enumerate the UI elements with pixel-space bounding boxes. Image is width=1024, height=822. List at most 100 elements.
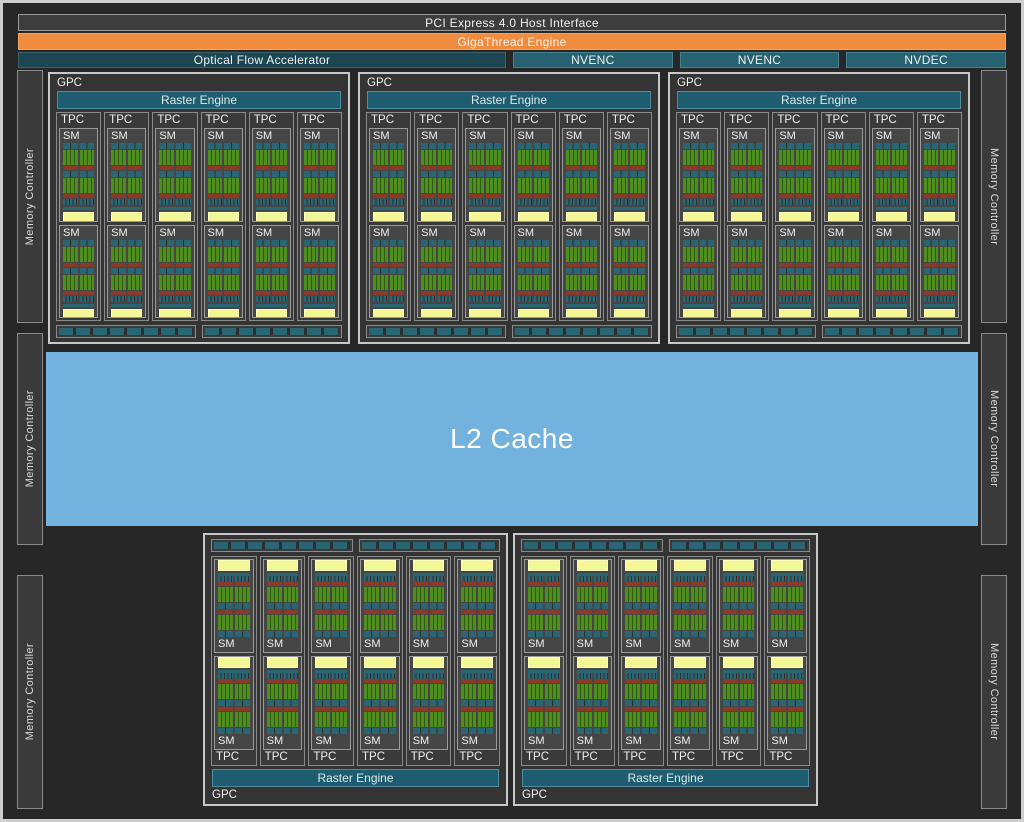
tensor-core-bar [283, 610, 299, 614]
sm-stack: SM SM [251, 128, 291, 318]
tensor-core-bar [429, 679, 445, 683]
warp-scheduler-bar [461, 603, 477, 609]
sm-core-column [255, 143, 271, 205]
tensor-core-bar [683, 194, 698, 198]
sm-label: SM [111, 226, 128, 239]
sm-stack: SM SM [561, 128, 601, 318]
cuda-core-grid [771, 587, 787, 602]
cuda-core-grid [255, 246, 271, 262]
warp-scheduler-bar [565, 171, 581, 177]
sm-label: SM [576, 638, 594, 650]
sm-block: SM [679, 224, 719, 318]
tensor-core-bar [731, 166, 746, 170]
cuda-core-grid [63, 150, 78, 165]
sm-label: SM [674, 638, 691, 650]
cuda-core-grid [630, 178, 646, 193]
cuda-core-grid [429, 684, 445, 699]
sm-block: SM [513, 224, 553, 318]
sm-core-columns [625, 673, 658, 735]
warp-scheduler-bar [79, 143, 95, 149]
register-file-block [461, 560, 494, 571]
sm-core-column [111, 239, 126, 302]
warp-scheduler-bar [534, 239, 549, 246]
warp-scheduler-bar [364, 603, 379, 609]
sm-stack: SM SM [513, 128, 553, 318]
tensor-core-bar [771, 610, 787, 614]
warp-scheduler-bar [528, 700, 543, 706]
register-file-block [674, 657, 706, 668]
cuda-core-grid [485, 150, 501, 165]
warp-scheduler-bar [412, 631, 428, 637]
tensor-core-bar [207, 166, 223, 170]
warp-scheduler-bar [565, 267, 581, 274]
cuda-core-grid [771, 712, 787, 727]
cuda-core-grid [303, 274, 319, 290]
cuda-core-grid [593, 615, 609, 630]
cuda-core-grid [582, 274, 597, 290]
warp-scheduler-bar [593, 603, 609, 609]
tensor-core-bar [642, 610, 658, 614]
tensor-core-bar [283, 582, 299, 586]
sm-label: SM [421, 130, 438, 142]
tpc-label: TPC [515, 114, 539, 126]
cuda-core-grid [788, 587, 804, 602]
warp-scheduler-bar [218, 631, 233, 637]
ldst-unit-row [303, 199, 319, 205]
sm-core-column [593, 673, 609, 735]
ldst-unit-row [613, 199, 629, 205]
tensor-core-bar [875, 290, 891, 295]
sm-core-columns [528, 673, 560, 735]
ldst-unit-row [111, 295, 126, 302]
cuda-core-grid [79, 274, 95, 290]
sm-core-column [63, 239, 78, 302]
cuda-core-grid [266, 712, 282, 727]
cuda-core-grid [364, 684, 379, 699]
sm-core-columns [421, 239, 453, 302]
tpc-row: TPC SM SM TPC SM SM TPC SM SM TPC SM SM … [211, 556, 501, 766]
tpc-label: TPC [769, 751, 793, 763]
tensor-core-bar [272, 194, 287, 198]
warp-scheduler-bar [795, 171, 811, 177]
cuda-core-grid [699, 150, 715, 165]
warp-scheduler-bar [630, 171, 646, 177]
sm-block: SM [311, 656, 352, 750]
cuda-core-grid [613, 246, 629, 262]
cuda-core-grid [79, 246, 95, 262]
sm-label: SM [565, 130, 583, 142]
cuda-core-grid [283, 712, 299, 727]
l1-cache-line [255, 207, 287, 210]
cuda-core-grid [844, 150, 859, 165]
sm-block: SM [408, 559, 449, 653]
tensor-core-bar [613, 290, 629, 295]
cuda-core-grid [303, 150, 319, 165]
tensor-core-bar [630, 194, 646, 198]
warp-scheduler-bar [923, 143, 939, 149]
sm-core-column [478, 576, 494, 638]
tensor-core-bar [412, 707, 428, 711]
warp-scheduler-bar [127, 143, 143, 149]
sm-core-columns [779, 143, 811, 205]
register-file-block [412, 657, 445, 668]
warp-scheduler-bar [779, 267, 794, 274]
tensor-core-bar [731, 262, 746, 267]
l1-cache-line [779, 207, 811, 210]
tensor-core-bar [771, 707, 787, 711]
cuda-core-grid [389, 150, 405, 165]
cuda-core-grid [127, 178, 143, 193]
tensor-core-bar [731, 290, 746, 295]
sm-label: SM [266, 638, 284, 650]
texture-unit-strip [202, 325, 342, 338]
warp-scheduler-bar [224, 239, 239, 246]
l1-cache-line [923, 303, 956, 307]
tensor-core-bar [207, 194, 223, 198]
tensor-core-bar [63, 194, 78, 198]
tensor-core-bar [218, 610, 233, 614]
sm-core-columns [771, 673, 804, 735]
warp-scheduler-bar [175, 143, 191, 149]
cuda-core-grid [788, 684, 804, 699]
tensor-core-bar [674, 707, 689, 711]
warp-scheduler-bar [303, 267, 319, 274]
tensor-core-bar [255, 166, 271, 170]
warp-scheduler-bar [534, 267, 549, 274]
ldst-unit-row [224, 295, 239, 302]
